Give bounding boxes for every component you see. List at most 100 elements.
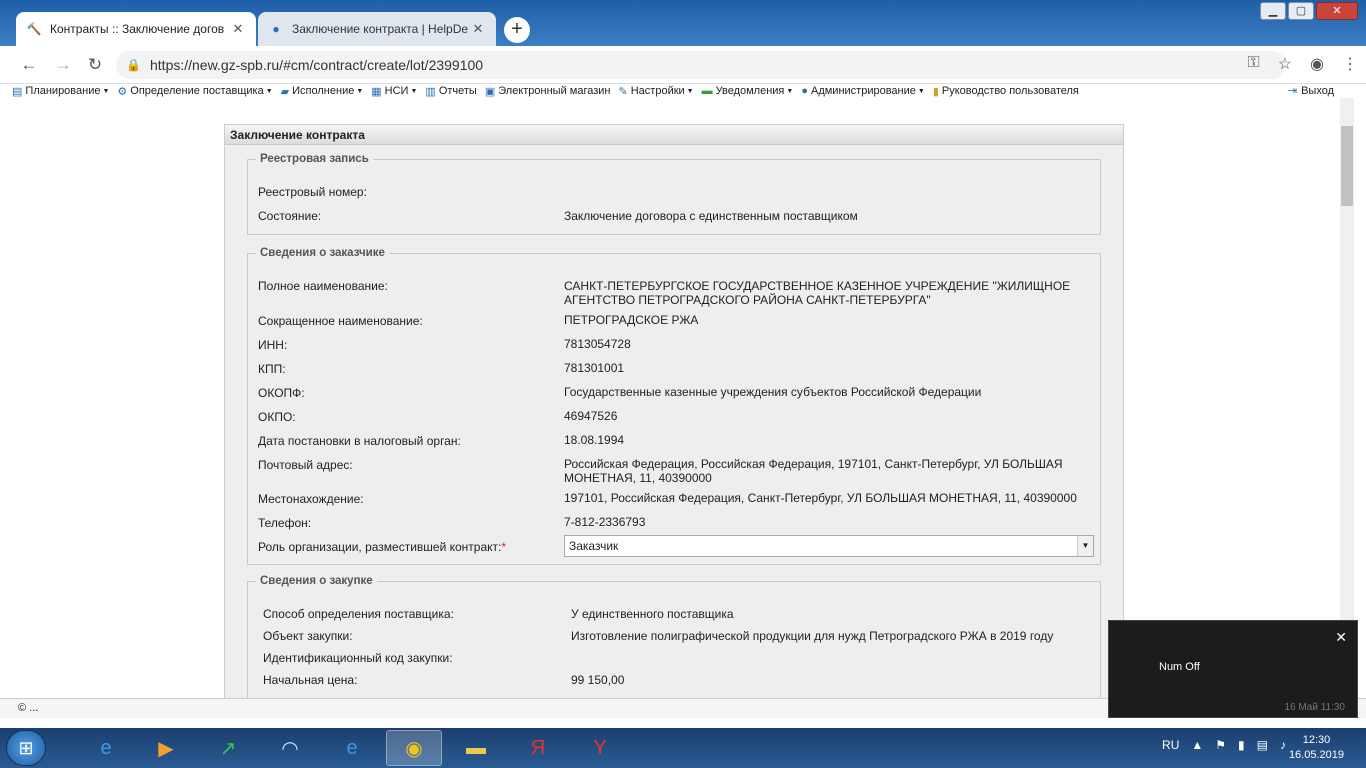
okopf-label: ОКОПФ: [258, 386, 305, 400]
menu-execution[interactable]: ▰ Исполнение ▼ [281, 85, 364, 98]
clock-time: 12:30 [1302, 734, 1331, 746]
report-icon: ▥ [425, 85, 436, 98]
object-label: Объект закупки: [263, 629, 353, 643]
volume-icon[interactable]: ♪ [1280, 738, 1286, 752]
star-icon[interactable]: ☆ [1278, 54, 1292, 74]
method-value: У единственного поставщика [571, 607, 734, 621]
page-scrollbar[interactable] [1340, 98, 1354, 698]
logout-icon: ⇥ [1287, 85, 1298, 97]
menu-planning[interactable]: ▤ Планирование ▼ [12, 85, 109, 98]
menu-label: Уведомления [715, 85, 785, 97]
scrollbar-thumb[interactable] [1341, 126, 1353, 206]
start-button[interactable]: ⊞ [6, 730, 46, 766]
clock[interactable]: 12:30 16.05.2019 [1289, 733, 1344, 763]
role-label-text: Роль организации, разместившей контракт: [258, 540, 502, 554]
menu-label: Планирование [25, 85, 101, 97]
gear-icon: ⚙ [117, 85, 128, 98]
media-player-icon[interactable]: ▶ [138, 730, 194, 766]
inn-label: ИНН: [258, 338, 288, 352]
info-icon: ● [272, 22, 280, 36]
battery-icon[interactable]: ▮ [1238, 738, 1245, 752]
stocks-icon[interactable]: ↗ [200, 730, 256, 766]
book-icon: ▮ [932, 85, 939, 98]
close-icon[interactable]: ✕ [1335, 629, 1347, 646]
tray-expand-icon[interactable]: ▲ [1191, 738, 1203, 752]
app-menubar: ▤ Планирование ▼ ⚙ Определение поставщика ▼ … [0, 84, 1340, 98]
flag-icon[interactable]: ⚑ [1215, 738, 1226, 752]
menu-eshop[interactable]: ▣ Электронный магазин [485, 85, 611, 98]
reload-button[interactable]: ↻ [84, 54, 106, 76]
dropdown-arrow-icon: ▼ [356, 87, 364, 95]
close-window-button[interactable]: ✕ [1316, 2, 1358, 20]
menu-nsi[interactable]: ▦ НСИ ▼ [371, 85, 417, 98]
menu-label: Исполнение [292, 85, 355, 97]
chrome-icon[interactable]: ◉ [386, 730, 442, 766]
status-text: © ... [18, 702, 39, 714]
tab-label: Контракты :: Заключение догов [50, 22, 225, 36]
profile-icon[interactable]: ◉ [1310, 54, 1324, 74]
close-tab-icon[interactable]: ✕ [230, 21, 246, 37]
truck-icon: ▰ [280, 85, 290, 98]
tab-helpdesk[interactable]: ● Заключение контракта | HelpDe ✕ [258, 12, 496, 46]
contract-panel: Заключение контракта Реестровая запись Р… [224, 124, 1124, 698]
browser-titlebar: 🔨 Контракты :: Заключение догов ✕ ● Закл… [0, 0, 1366, 46]
tax-date-value: 18.08.1994 [564, 433, 625, 447]
role-label: Роль организации, разместившей контракт:… [258, 540, 506, 554]
yandex-icon[interactable]: Я [510, 730, 566, 766]
tax-date-label: Дата постановки в налоговый орган: [258, 434, 461, 448]
network-icon[interactable]: ◠ [262, 730, 318, 766]
folder-icon[interactable]: ▬ [448, 730, 504, 766]
menu-manual[interactable]: ▮ Руководство пользователя [933, 85, 1079, 98]
required-marker: * [501, 540, 507, 554]
phone-label: Телефон: [258, 516, 312, 530]
logout-label: Выход [1301, 84, 1334, 97]
customer-legend: Сведения о заказчике [260, 247, 385, 259]
menu-label: Настройки [630, 85, 685, 97]
forward-button[interactable]: → [52, 54, 74, 76]
ikz-label: Идентификационный код закупки: [263, 651, 453, 665]
taskbar: ⊞ e ▶ ↗ ◠ e ◉ ▬ Я Y RU ▲ ⚑ ▮ ▤ ♪ 12:30 1… [0, 728, 1366, 768]
ie-icon[interactable]: e [324, 730, 380, 766]
menu-dots-icon[interactable]: ⋮ [1342, 54, 1358, 74]
back-button[interactable]: ← [18, 54, 40, 76]
short-name-value: ПЕТРОГРАДСКОЕ РЖА [564, 313, 699, 327]
new-tab-button[interactable]: + [504, 17, 530, 43]
notification-toast: ✕ Num Off 16 Май 11:30 [1108, 620, 1358, 718]
key-icon[interactable]: ⚿ [1248, 54, 1260, 74]
menu-settings[interactable]: ✎ Настройки ▼ [619, 85, 694, 98]
dropdown-arrow-icon: ▼ [410, 87, 418, 95]
short-name-label: Сокращенное наименование: [258, 314, 423, 328]
okpo-value: 46947526 [564, 409, 618, 423]
chevron-down-icon[interactable]: ▼ [1077, 536, 1093, 556]
inn-value: 7813054728 [564, 337, 631, 351]
kpp-value: 781301001 [564, 361, 625, 375]
url-input[interactable]: 🔒 https://new.gz-spb.ru/#cm/contract/cre… [116, 51, 1286, 79]
toast-time: 16 Май 11:30 [1284, 702, 1345, 713]
kpp-label: КПП: [258, 362, 286, 376]
logout-link[interactable]: ⇥ Выход [1287, 84, 1334, 98]
cart-icon: ▣ [484, 85, 496, 98]
yandex-browser-icon[interactable]: Y [572, 730, 628, 766]
table-icon: ▦ [371, 85, 382, 98]
customer-fieldset: Сведения о заказчике Полное наименование… [247, 247, 1101, 565]
location-value: 197101, Российская Федерация, Санкт-Пете… [564, 491, 1077, 505]
maximize-button[interactable]: ▢ [1288, 2, 1314, 20]
menu-reports[interactable]: ▥ Отчеты [425, 85, 476, 98]
tab-label: Заключение контракта | HelpDe [292, 22, 469, 36]
price-value: 99 150,00 [571, 673, 625, 687]
menu-notifications[interactable]: ▬ Уведомления ▼ [702, 85, 794, 97]
purchase-fieldset: Сведения о закупке Способ определения по… [247, 575, 1101, 698]
menu-supplier[interactable]: ⚙ Определение поставщика ▼ [117, 85, 272, 98]
role-select[interactable]: Заказчик ▼ [564, 535, 1094, 557]
menu-admin[interactable]: ● Администрирование ▼ [801, 85, 925, 97]
language-indicator[interactable]: RU [1162, 738, 1179, 752]
network-tray-icon[interactable]: ▤ [1257, 738, 1268, 752]
dropdown-arrow-icon: ▼ [265, 87, 273, 95]
close-tab-icon[interactable]: ✕ [470, 21, 486, 37]
ie-icon[interactable]: e [78, 730, 134, 766]
user-icon: ● [801, 85, 808, 97]
minimize-button[interactable]: ▁ [1260, 2, 1286, 20]
tab-contracts[interactable]: 🔨 Контракты :: Заключение догов ✕ [16, 12, 256, 46]
state-label: Состояние: [258, 209, 322, 223]
price-label: Начальная цена: [263, 673, 358, 687]
